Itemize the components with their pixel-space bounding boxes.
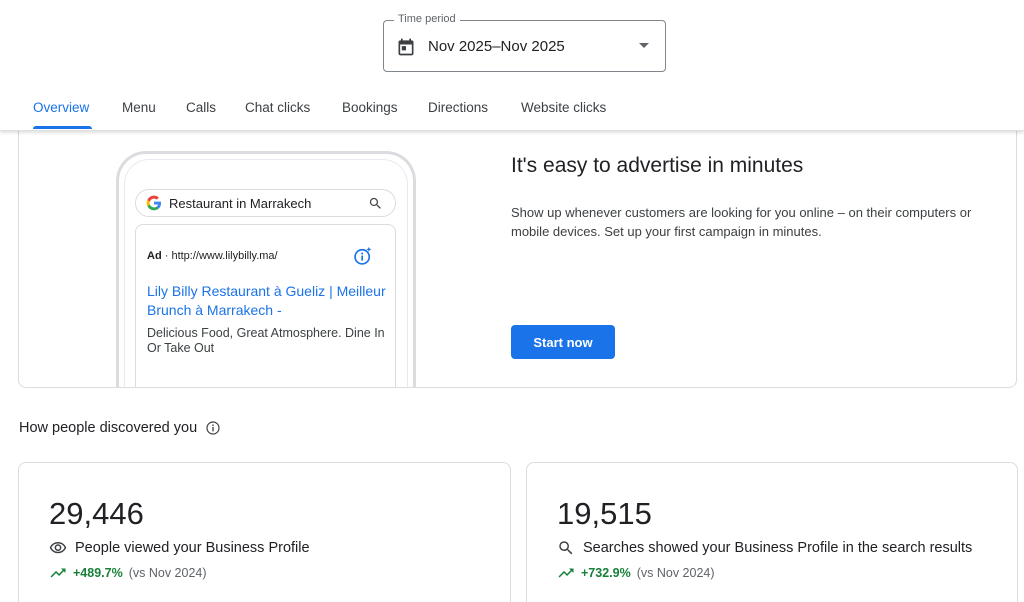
search-appearances-label-text: Searches showed your Business Profile in…	[583, 540, 973, 556]
ad-url-line: Ad · http://www.lilybilly.ma/	[147, 250, 278, 262]
discovery-heading-text: How people discovered you	[19, 420, 198, 436]
ad-badge: Ad	[147, 250, 162, 262]
search-appearances-card: 19,515 Searches showed your Business Pro…	[526, 462, 1018, 602]
eye-icon	[49, 542, 67, 554]
search-appearances-change: +732.9%	[581, 566, 631, 580]
mock-ad-description: Delicious Food, Great Atmosphere. Dine I…	[147, 326, 385, 355]
profile-views-change: +489.7%	[73, 566, 123, 580]
start-now-button[interactable]: Start now	[511, 325, 615, 359]
dropdown-arrow-icon	[639, 43, 649, 48]
profile-views-trend: +489.7% (vs Nov 2024)	[49, 564, 207, 582]
discovery-heading: How people discovered you	[19, 420, 221, 436]
profile-views-label-text: People viewed your Business Profile	[75, 540, 310, 556]
advertise-title: It's easy to advertise in minutes	[511, 154, 804, 177]
mock-ad-headline: Lily Billy Restaurant à Gueliz | Meilleu…	[147, 283, 386, 318]
mock-search-query: Restaurant in Marrakech	[169, 196, 312, 211]
time-period-value: Nov 2025–Nov 2025	[428, 38, 565, 55]
performance-page: Nov 2025–Nov 2025 Time period Overview M…	[0, 0, 1024, 602]
time-period-selector[interactable]: Nov 2025–Nov 2025 Time period	[383, 13, 666, 72]
advertise-card: Restaurant in Marrakech Ad · http://www.…	[18, 120, 1017, 388]
profile-views-value: 29,446	[49, 496, 144, 531]
time-period-label: Time period	[394, 13, 460, 26]
google-logo-icon	[146, 195, 162, 211]
trending-up-icon	[50, 568, 66, 578]
advertise-description: Show up whenever customers are looking f…	[511, 205, 972, 239]
tab-bookings[interactable]: Bookings	[342, 100, 398, 116]
ad-url: · http://www.lilybilly.ma/	[161, 250, 278, 262]
search-icon	[369, 197, 381, 209]
tab-directions[interactable]: Directions	[428, 100, 488, 116]
tab-calls[interactable]: Calls	[186, 100, 216, 116]
tab-website-clicks[interactable]: Website clicks	[521, 100, 606, 116]
time-period-field[interactable]: Nov 2025–Nov 2025	[383, 20, 666, 72]
search-appearances-value: 19,515	[557, 496, 652, 531]
search-appearances-label: Searches showed your Business Profile in…	[557, 539, 972, 557]
search-appearances-comparison: (vs Nov 2024)	[636, 566, 715, 580]
tab-overview[interactable]: Overview	[33, 100, 89, 116]
search-appearances-trend: +732.9% (vs Nov 2024)	[557, 564, 715, 582]
calendar-icon	[398, 38, 414, 56]
tab-chat-clicks[interactable]: Chat clicks	[245, 100, 310, 116]
active-tab-indicator	[33, 126, 92, 129]
info-icon[interactable]	[205, 420, 221, 436]
mock-ad-result: Ad · http://www.lilybilly.ma/ Lily Billy…	[135, 224, 396, 387]
ad-info-sparkle-icon	[354, 246, 372, 265]
profile-views-label: People viewed your Business Profile	[49, 539, 310, 557]
trending-up-icon	[558, 568, 574, 578]
profile-views-card: 29,446 People viewed your Business Profi…	[18, 462, 511, 602]
profile-views-comparison: (vs Nov 2024)	[128, 566, 207, 580]
tab-bar: Overview Menu Calls Chat clicks Bookings…	[0, 88, 1024, 131]
mock-search-bar: Restaurant in Marrakech	[135, 189, 396, 217]
tab-menu[interactable]: Menu	[122, 100, 156, 116]
search-icon	[559, 541, 573, 555]
